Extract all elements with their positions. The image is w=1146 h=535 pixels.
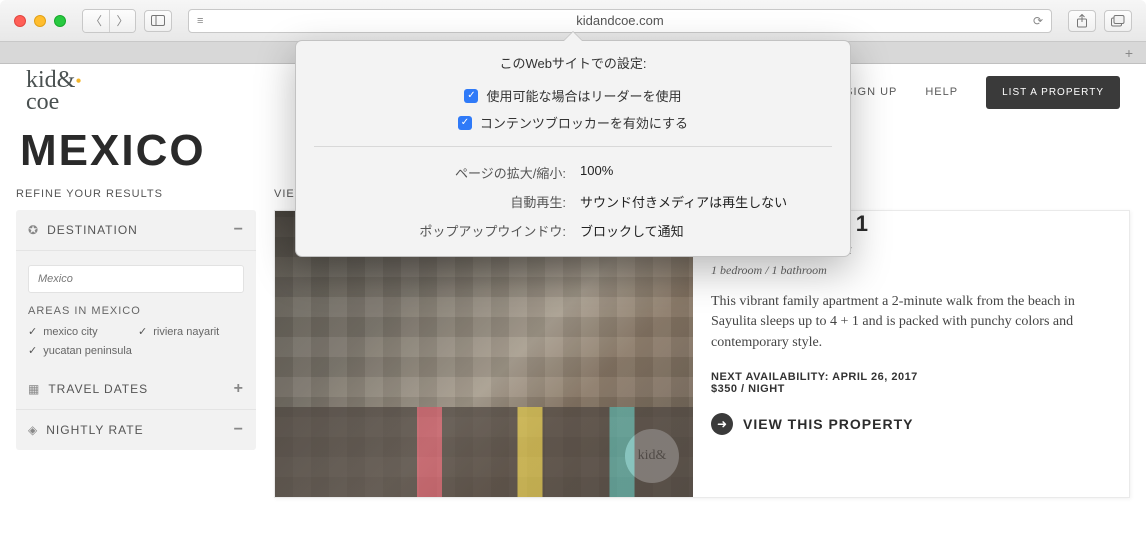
filter-nightly-rate-label: NIGHTLY RATE: [46, 423, 143, 437]
help-link[interactable]: HELP: [925, 86, 958, 98]
check-icon: ✓: [28, 344, 37, 357]
back-button[interactable]: 〈: [83, 10, 109, 32]
site-settings-popover: このWebサイトでの設定: ✓ 使用可能な場合はリーダーを使用 ✓ コンテンツブ…: [295, 40, 851, 257]
zoom-label: ページの拡大/縮小:: [300, 163, 566, 182]
tabs-button[interactable]: [1104, 10, 1132, 32]
filters-sidebar: REFINE YOUR RESULTS ✪ DESTINATION − Mexi…: [16, 188, 256, 498]
arrow-icon: ➜: [711, 413, 733, 435]
globe-icon: ✪: [28, 223, 39, 237]
new-tab-button[interactable]: +: [1118, 44, 1140, 62]
forward-button[interactable]: 〉: [109, 10, 135, 32]
filter-destination-label: DESTINATION: [47, 223, 138, 237]
content-blocker-checkbox-label: コンテンツブロッカーを有効にする: [480, 113, 688, 132]
reader-icon[interactable]: ≡: [197, 15, 203, 27]
destination-input[interactable]: Mexico: [28, 265, 244, 293]
share-button[interactable]: [1068, 10, 1096, 32]
window-controls: [14, 15, 66, 27]
checkbox-checked-icon: ✓: [458, 116, 472, 130]
tag-icon: ◈: [28, 423, 38, 437]
view-property-label: VIEW THIS PROPERTY: [743, 416, 913, 432]
zoom-value[interactable]: 100%: [580, 163, 846, 182]
filters-panel: ✪ DESTINATION − Mexico AREAS IN MEXICO ✓…: [16, 210, 256, 450]
sidebar-button[interactable]: [144, 10, 172, 32]
property-description: This vibrant family apartment a 2-minute…: [711, 292, 1111, 353]
filter-travel-dates-header[interactable]: ▦ TRAVEL DATES +: [16, 369, 256, 410]
url-text: kidandcoe.com: [576, 13, 663, 28]
area-checkbox[interactable]: ✓ mexico city: [28, 325, 134, 338]
refine-label: REFINE YOUR RESULTS: [16, 188, 256, 200]
logo-badge: kid&: [625, 429, 679, 483]
filter-travel-dates-label: TRAVEL DATES: [48, 382, 148, 396]
reload-icon[interactable]: ⟳: [1033, 14, 1043, 28]
check-icon: ✓: [28, 325, 37, 338]
content-blocker-checkbox[interactable]: ✓ コンテンツブロッカーを有効にする: [458, 113, 688, 132]
collapse-icon[interactable]: −: [234, 421, 244, 439]
minimize-icon[interactable]: [34, 15, 46, 27]
divider: [314, 146, 832, 147]
availability-label: NEXT AVAILABILITY: APRIL 26, 2017: [711, 371, 1111, 383]
view-property-button[interactable]: ➜ VIEW THIS PROPERTY: [711, 413, 1111, 435]
area-label: riviera nayarit: [153, 326, 219, 338]
signup-link[interactable]: SIGN UP: [845, 86, 897, 98]
logo-dot-icon: •: [75, 71, 81, 91]
nav-buttons: 〈 〉: [82, 9, 136, 33]
property-price: $350 / NIGHT: [711, 383, 1111, 395]
list-property-button[interactable]: LIST A PROPERTY: [986, 76, 1120, 109]
reader-checkbox[interactable]: ✓ 使用可能な場合はリーダーを使用: [464, 86, 681, 105]
destination-body: Mexico AREAS IN MEXICO ✓ mexico city ✓ riv…: [16, 251, 256, 369]
logo-line2: coe: [26, 89, 59, 115]
filter-destination-header[interactable]: ✪ DESTINATION −: [16, 210, 256, 251]
filter-nightly-rate-header[interactable]: ◈ NIGHTLY RATE −: [16, 410, 256, 450]
autoplay-label: 自動再生:: [300, 192, 566, 211]
areas-label: AREAS IN MEXICO: [28, 305, 244, 317]
autoplay-value[interactable]: サウンド付きメディアは再生しない: [580, 192, 846, 211]
close-icon[interactable]: [14, 15, 26, 27]
site-logo[interactable]: kid&• coe: [26, 70, 82, 113]
popup-value[interactable]: ブロックして通知: [580, 221, 846, 240]
area-label: mexico city: [43, 326, 97, 338]
address-bar[interactable]: ≡ kidandcoe.com ⟳: [188, 9, 1052, 33]
reader-checkbox-label: 使用可能な場合はリーダーを使用: [486, 86, 681, 105]
calendar-icon: ▦: [28, 382, 40, 396]
popup-label: ポップアップウインドウ:: [300, 221, 566, 240]
area-checkbox[interactable]: ✓ yucatan peninsula: [28, 344, 134, 357]
property-rooms: 1 bedroom / 1 bathroom: [711, 263, 1111, 278]
collapse-icon[interactable]: −: [234, 221, 244, 239]
maximize-icon[interactable]: [54, 15, 66, 27]
check-icon: ✓: [138, 325, 147, 338]
popover-title: このWebサイトでの設定:: [296, 41, 850, 82]
expand-icon[interactable]: +: [234, 380, 244, 398]
checkbox-checked-icon: ✓: [464, 89, 478, 103]
area-checkbox[interactable]: ✓ riviera nayarit: [138, 325, 244, 338]
header-nav: SIGN UP HELP LIST A PROPERTY: [845, 76, 1120, 109]
area-label: yucatan peninsula: [43, 345, 132, 357]
